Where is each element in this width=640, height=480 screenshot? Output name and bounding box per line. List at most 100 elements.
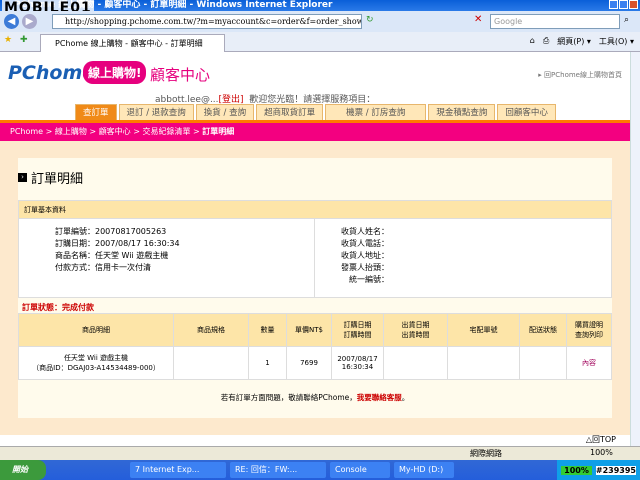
product-name: 任天堂 Wii 遊戲主機: [95, 251, 169, 260]
address-input[interactable]: http://shopping.pchome.com.tw/?m=myaccou…: [52, 14, 362, 29]
crumb-sep: >: [130, 127, 143, 136]
item-date: 2007/08/17: [337, 355, 378, 363]
print-icon[interactable]: ⎙: [543, 36, 549, 47]
nav-tab-customer-center[interactable]: 回顧客中心: [497, 104, 556, 121]
nav-tab-travel[interactable]: 機票 / 訂房查詢: [325, 104, 427, 121]
invoice-title-label: 發票人抬頭：: [341, 263, 389, 272]
system-tray: 100% #239395: [557, 460, 640, 480]
nav-tab-orders[interactable]: 查訂單: [75, 104, 117, 121]
order-number: 20070817005263: [95, 227, 167, 236]
task-console[interactable]: Console: [330, 462, 390, 478]
order-info-box: 訂單基本資料 訂單編號：20070817005263 訂購日期：2007/08/…: [18, 200, 612, 298]
refresh-icon[interactable]: ↻: [366, 15, 374, 25]
window-title-bar: PChome 線上購物 - 顧客中心 - 訂單明細 - Windows Inte…: [0, 0, 640, 11]
home-icon[interactable]: ⌂: [530, 36, 535, 47]
window-controls: [609, 0, 638, 9]
item-qty: 1: [248, 346, 287, 380]
crumb-transactions[interactable]: 交易紀錄清單: [142, 127, 190, 136]
info-header: 訂單基本資料: [19, 201, 611, 219]
internet-zone: 網際網路: [470, 449, 502, 458]
col-tracking: 宅配單號: [447, 313, 520, 347]
crumb-sep: >: [43, 127, 55, 136]
item-time: 16:30:34: [341, 363, 374, 371]
crumb-current: 訂單明細: [202, 127, 235, 136]
crumb-customer-center[interactable]: 顧客中心: [99, 127, 131, 136]
back-to-top-link[interactable]: △回TOP: [586, 434, 616, 445]
tab-bar: ★ ✚ PChome 線上購物 - 顧客中心 - 訂單明細 ⌂ ⎙ 網頁(P) ▾ 工…: [0, 32, 640, 52]
shopping-badge: 線上購物!: [83, 61, 147, 84]
proof-link[interactable]: 內容: [582, 359, 596, 367]
search-input[interactable]: Google: [490, 14, 620, 29]
stop-icon[interactable]: ✕: [474, 14, 482, 25]
col-proof: 購買證明 查詢列印: [566, 313, 612, 347]
col-product: 商品明細: [18, 313, 174, 347]
order-date-label: 訂購日期：: [55, 239, 95, 248]
crumb-pchome[interactable]: PChome: [10, 127, 43, 136]
maximize-button[interactable]: [619, 0, 628, 9]
breadcrumb: PChome > 線上購物 > 顧客中心 > 交易紀錄清單 > 訂單明細: [0, 123, 630, 141]
order-date: 2007/08/17 16:30:34: [95, 239, 180, 248]
order-items-table: 商品明細 商品規格 數量 單價NT$ 訂購日期 訂購時間 出貨日期 出貨時間 宅…: [18, 313, 612, 380]
page-menu[interactable]: 網頁(P) ▾: [557, 36, 591, 47]
table-row: 任天堂 Wii 遊戲主機 （商品ID：DGAJ03-A14534489-000） …: [18, 346, 612, 380]
page-content: PChome 線上購物! 顧客中心 ▸ 回PChome線上購物首頁 abbott…: [0, 52, 630, 446]
footer-end: 。: [401, 393, 410, 402]
recipient-name-label: 收貨人姓名：: [341, 227, 389, 236]
crumb-shopping[interactable]: 線上購物: [55, 127, 87, 136]
col-price: 單價NT$: [286, 313, 332, 347]
nav-tab-store-pickup[interactable]: 超商取貨訂單: [256, 104, 324, 121]
start-button[interactable]: 開始: [0, 460, 46, 480]
order-number-label: 訂單編號：: [55, 227, 95, 236]
item-tracking: [447, 346, 520, 380]
col-qty: 數量: [248, 313, 287, 347]
favorites-star-icon[interactable]: ★: [4, 35, 12, 45]
crumb-sep: >: [86, 127, 99, 136]
task-mail[interactable]: RE: 回信：FW:...: [230, 462, 326, 478]
nav-tab-exchange[interactable]: 換貨 / 查詢: [195, 104, 255, 121]
forward-button[interactable]: ▶: [22, 14, 37, 29]
item-spec: [173, 346, 249, 380]
col-spec: 商品規格: [173, 313, 249, 347]
add-favorite-icon[interactable]: ✚: [20, 35, 28, 45]
nav-tab-refund[interactable]: 退訂 / 退款查詢: [118, 104, 194, 121]
item-price: 7699: [286, 346, 332, 380]
tools-menu[interactable]: 工具(O) ▾: [599, 36, 634, 47]
footer-text: 若有訂單方面問題，敬請聯絡PChome，: [220, 393, 357, 402]
item-delivery: [519, 346, 567, 380]
home-link[interactable]: ▸ 回PChome線上購物首頁: [538, 70, 622, 80]
item-ship: [383, 346, 448, 380]
taskbar: 開始 7 Internet Exp... RE: 回信：FW:... Conso…: [0, 460, 640, 480]
close-button[interactable]: [629, 0, 638, 9]
section-title: 顧客中心: [150, 66, 211, 84]
crumb-sep: >: [190, 127, 203, 136]
col-order-date: 訂購日期 訂購時間: [331, 313, 384, 347]
minimize-button[interactable]: [609, 0, 618, 9]
table-header-row: 商品明細 商品規格 數量 單價NT$ 訂購日期 訂購時間 出貨日期 出貨時間 宅…: [18, 313, 612, 347]
task-ie[interactable]: 7 Internet Exp...: [130, 462, 226, 478]
arrow-icon: ›: [18, 173, 27, 182]
payment-label: 付款方式：: [55, 263, 95, 272]
col-ship-date: 出貨日期 出貨時間: [383, 313, 448, 347]
order-status: 訂單狀態：完成付款: [22, 303, 94, 312]
recipient-phone-label: 收貨人電話：: [341, 239, 389, 248]
order-detail-panel: › 訂單明細 訂單基本資料 訂單編號：20070817005263 訂購日期：20…: [18, 158, 612, 418]
status-bar: 網際網路 100%: [0, 446, 640, 460]
image-tag: #239395: [595, 465, 636, 475]
tax-id-label: 統一編號：: [349, 275, 389, 284]
page-title: 訂單明細: [31, 172, 84, 187]
search-icon[interactable]: ⌕: [624, 15, 629, 25]
contact-support-link[interactable]: 我要聯絡客服: [357, 393, 402, 402]
back-button[interactable]: ◀: [4, 14, 19, 29]
product-name-label: 商品名稱：: [55, 251, 95, 260]
payment-method: 信用卡一次付清: [95, 263, 151, 272]
recipient-address-label: 收貨人地址：: [341, 251, 389, 260]
zoom-level[interactable]: 100%: [590, 448, 613, 457]
browser-tab[interactable]: PChome 線上購物 - 顧客中心 - 訂單明細: [40, 34, 225, 52]
nav-tab-points[interactable]: 現金積點查詢: [428, 104, 496, 121]
task-my-hd[interactable]: My-HD (D:): [394, 462, 454, 478]
battery-level: 100%: [561, 465, 592, 475]
item-id: （商品ID：DGAJ03-A14534489-000）: [32, 364, 160, 372]
item-name: 任天堂 Wii 遊戲主機: [63, 354, 129, 362]
vertical-scrollbar[interactable]: [630, 52, 640, 446]
address-toolbar: ◀ ▶ http://shopping.pchome.com.tw/?m=mya…: [0, 11, 640, 32]
